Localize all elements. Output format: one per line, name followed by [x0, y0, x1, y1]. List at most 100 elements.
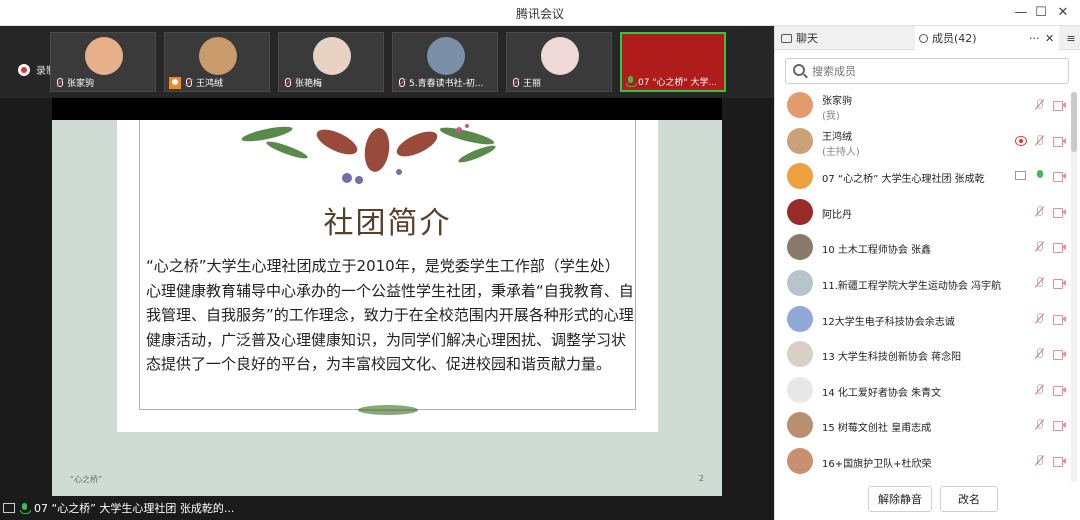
- unmute-all-button[interactable]: 解除静音: [868, 486, 932, 512]
- speaker-label: 07 “心之桥” 大学生心理社团 张成乾的...: [34, 502, 235, 515]
- avatar: [787, 234, 813, 261]
- avatar: [85, 37, 123, 75]
- search-members-input[interactable]: [785, 58, 1069, 84]
- camera-off-icon[interactable]: [1053, 457, 1066, 467]
- avatar: [541, 37, 579, 75]
- rename-button[interactable]: 改名: [940, 486, 998, 512]
- title-bar: 腾讯会议 — ☐ ✕: [0, 0, 1080, 26]
- member-row[interactable]: 07 “心之桥” 大学生心理社团 张成乾: [775, 158, 1080, 194]
- camera-off-icon[interactable]: [1053, 243, 1066, 254]
- members-panel: 聊天 成员(42) ··· ✕ ≡ 张家驹 (我) 王鸿绒 (主持人) 07 “心之桥”…: [774, 26, 1080, 520]
- video-tile[interactable]: 王丽: [506, 32, 612, 92]
- mic-muted-icon[interactable]: [1034, 455, 1044, 467]
- video-tile-label: 王鸿绒: [169, 76, 223, 89]
- mic-muted-icon[interactable]: [1034, 312, 1044, 325]
- avatar: [427, 37, 465, 75]
- member-role: (主持人): [822, 146, 860, 158]
- camera-off-icon[interactable]: [1053, 207, 1066, 218]
- member-name: 15 树莓文创社 皇甫志成: [822, 423, 932, 435]
- search-icon: [793, 64, 805, 76]
- camera-off-icon[interactable]: [1053, 385, 1066, 396]
- maximize-button[interactable]: ☐: [1030, 2, 1052, 24]
- mic-muted-icon[interactable]: [1034, 383, 1044, 396]
- video-tile[interactable]: 5.青春读书社-初...: [392, 32, 498, 92]
- member-row[interactable]: 张家驹 (我): [775, 87, 1080, 123]
- member-row[interactable]: 阿比丹: [775, 194, 1080, 230]
- camera-off-icon[interactable]: [1053, 350, 1066, 361]
- member-row[interactable]: 王鸿绒 (主持人): [775, 123, 1080, 159]
- video-tile[interactable]: 张家驹: [50, 32, 156, 92]
- video-tile[interactable]: 王鸿绒: [164, 32, 270, 92]
- mic-active-icon[interactable]: [1036, 170, 1044, 182]
- camera-off-icon[interactable]: [1053, 421, 1066, 432]
- mic-muted-icon[interactable]: [1034, 99, 1044, 111]
- camera-off-icon[interactable]: [1053, 279, 1066, 289]
- member-name: 王鸿绒: [822, 131, 852, 143]
- member-row[interactable]: 15 树莓文创社 皇甫志成: [775, 407, 1080, 443]
- member-row[interactable]: 11.新疆工程学院大学生运动协会 冯宇航: [775, 265, 1080, 301]
- mic-muted-icon: [184, 77, 193, 88]
- close-panel-button[interactable]: ✕: [1045, 32, 1054, 45]
- tab-members[interactable]: 成员(42) ··· ✕: [915, 26, 1059, 50]
- leaf-ornament-icon: [358, 405, 418, 415]
- active-speaker-bar: 07 “心之桥” 大学生心理社团 张成乾的...: [0, 496, 774, 520]
- shared-screen[interactable]: 社团简介 “心之桥”大学生心理社团成立于2010年，是党委学生工作部（学生处）心…: [52, 98, 722, 496]
- mic-active-icon: [626, 76, 637, 87]
- mic-muted-icon[interactable]: [1034, 277, 1044, 289]
- mic-active-icon: [20, 502, 31, 514]
- mic-muted-icon[interactable]: [1034, 241, 1044, 253]
- mic-muted-icon[interactable]: [1034, 348, 1044, 360]
- member-row[interactable]: 16+国旗护卫队+杜欣荣: [775, 443, 1080, 479]
- video-tile-name: 王鸿绒: [196, 79, 224, 89]
- tab-chat-label: 聊天: [796, 32, 818, 45]
- member-row[interactable]: 13 大学生科技创新协会 蒋念阳: [775, 336, 1080, 372]
- slide-page-number: 2: [698, 474, 704, 483]
- avatar: [313, 37, 351, 75]
- video-tile-name: 王丽: [523, 79, 542, 89]
- member-name: 张家驹: [822, 96, 852, 107]
- camera-off-icon[interactable]: [1053, 136, 1066, 147]
- camera-off-icon[interactable]: [1053, 172, 1066, 183]
- chat-icon: [781, 33, 792, 43]
- camera-off-icon[interactable]: [1053, 314, 1066, 325]
- video-tile-label: 张家驹: [55, 76, 94, 89]
- tab-chat[interactable]: 聊天: [779, 26, 913, 50]
- close-window-button[interactable]: ✕: [1052, 2, 1074, 24]
- member-name: 16+国旗护卫队+杜欣荣: [822, 459, 932, 470]
- avatar: [787, 92, 813, 118]
- avatar: [787, 412, 813, 439]
- minimize-button[interactable]: —: [1010, 2, 1032, 24]
- mic-muted-icon: [55, 77, 64, 88]
- mic-muted-icon[interactable]: [1034, 205, 1044, 218]
- video-tile[interactable]: 07 "心之桥" 大学...: [620, 32, 726, 92]
- video-tile-label: 张艳梅: [283, 76, 322, 89]
- video-tile-label: 5.青春读书社-初...: [397, 76, 483, 89]
- avatar: [787, 376, 813, 403]
- avatar: [656, 38, 694, 76]
- mic-muted-icon[interactable]: [1034, 419, 1044, 431]
- mic-muted-icon: [283, 77, 292, 88]
- video-strip: 录制中 张家驹王鸿绒张艳梅5.青春读书社-初...王丽07 "心之桥" 大学..…: [0, 26, 774, 98]
- mic-muted-icon: [397, 77, 406, 88]
- mic-muted-icon[interactable]: [1034, 134, 1044, 147]
- meeting-main-area: 录制中 张家驹王鸿绒张艳梅5.青春读书社-初...王丽07 "心之桥" 大学..…: [0, 26, 774, 520]
- video-tile-name: 张艳梅: [295, 79, 323, 89]
- member-name: 11.新疆工程学院大学生运动协会 冯宇航: [822, 281, 1002, 292]
- avatar: [787, 448, 813, 474]
- screen-share-icon: [3, 503, 15, 513]
- panel-menu-button[interactable]: ≡: [1061, 26, 1080, 50]
- host-icon: [169, 76, 181, 89]
- member-row[interactable]: 14 化工爱好者协会 朱青文: [775, 372, 1080, 408]
- screen-share-icon: [1015, 171, 1026, 181]
- member-row[interactable]: 12大学生电子科技协会余志诚: [775, 301, 1080, 337]
- video-tile[interactable]: 张艳梅: [278, 32, 384, 92]
- avatar: [787, 341, 813, 368]
- camera-off-icon[interactable]: [1053, 101, 1066, 111]
- members-scrollbar[interactable]: [1071, 92, 1077, 482]
- scrollbar-thumb[interactable]: [1071, 92, 1077, 152]
- record-icon: [18, 63, 30, 76]
- more-options-button[interactable]: ···: [1029, 32, 1040, 45]
- member-role: (我): [822, 111, 840, 122]
- member-row[interactable]: 10 土木工程师协会 张鑫: [775, 229, 1080, 265]
- slide: 社团简介 “心之桥”大学生心理社团成立于2010年，是党委学生工作部（学生处）心…: [52, 120, 722, 496]
